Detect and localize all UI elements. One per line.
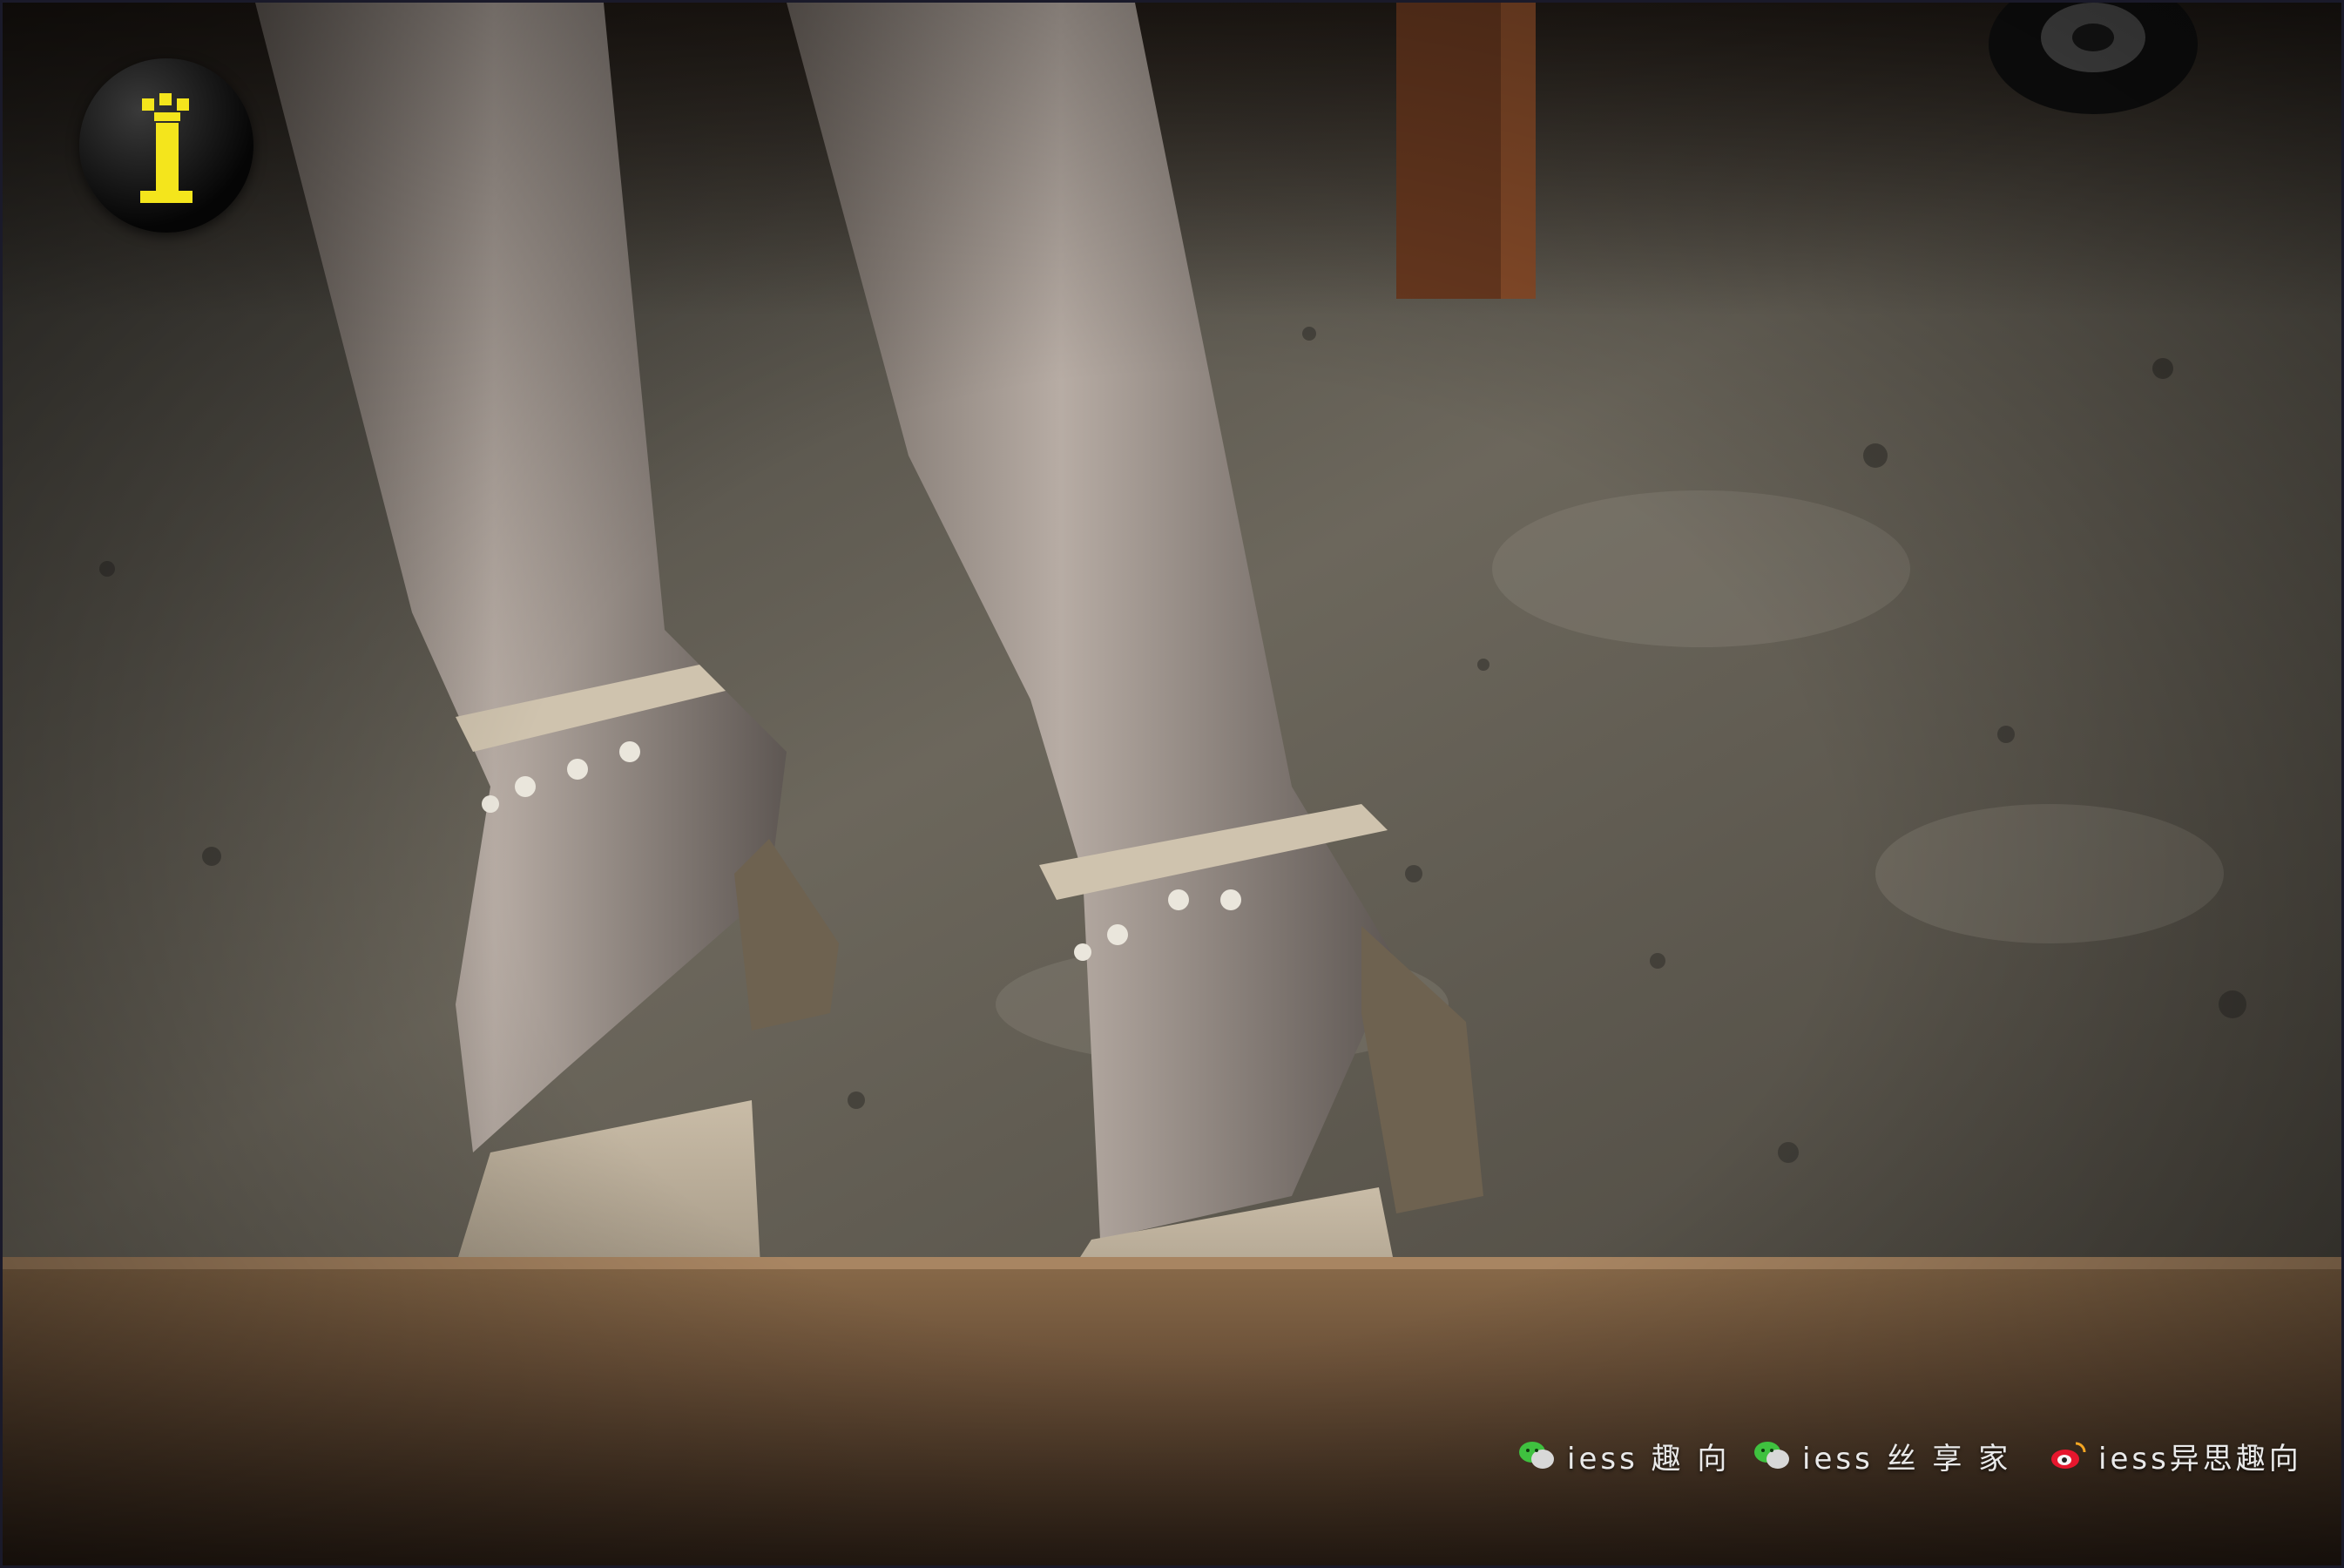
wooden-bench (3, 1257, 2341, 1565)
photo-scene (3, 3, 2341, 1565)
watermark-text: iess 趣 向 (1567, 1441, 1731, 1477)
watermark-bar: iess 趣 向 iess 丝 享 家 iess异思趣向 (1518, 1429, 2302, 1482)
watermark-text: iess异思趣向 (2098, 1441, 2302, 1477)
wechat-icon (1754, 1442, 1789, 1469)
photo-frame: iess 趣 向 iess 丝 享 家 iess异思趣向 (0, 0, 2344, 1568)
watermark-text: iess 丝 享 家 (1802, 1441, 2012, 1477)
watermark-wechat-2: iess 丝 享 家 (1753, 1429, 2011, 1482)
iess-logo (79, 58, 253, 233)
weibo-icon (2051, 1442, 2086, 1469)
wechat-icon (1519, 1442, 1554, 1469)
watermark-wechat-1: iess 趣 向 (1518, 1429, 1730, 1482)
iess-logo-icon (140, 93, 193, 203)
watermark-weibo: iess异思趣向 (2050, 1429, 2302, 1482)
